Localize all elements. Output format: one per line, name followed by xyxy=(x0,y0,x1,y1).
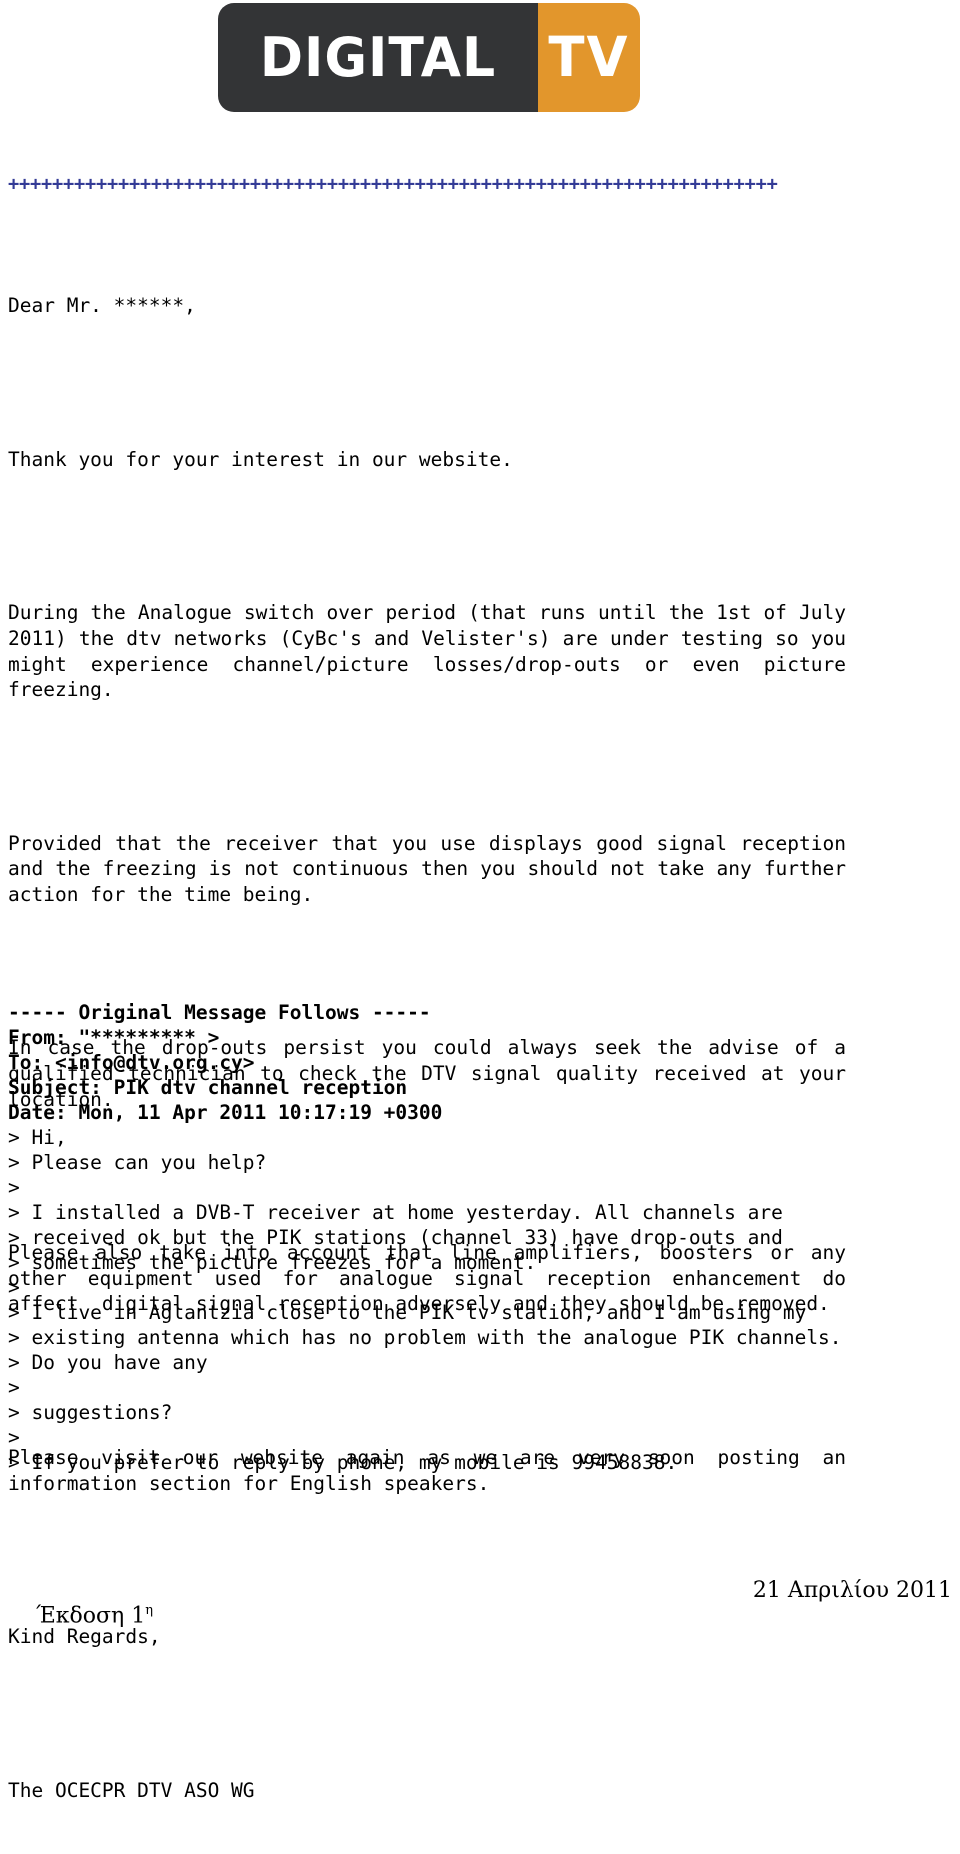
salutation: Dear Mr. ******, xyxy=(8,293,846,319)
thanks-line: Thank you for your interest in our websi… xyxy=(8,447,846,473)
paragraph-reception: Provided that the receiver that you use … xyxy=(8,831,846,908)
footer-edition-superscript: η xyxy=(145,1603,153,1618)
quoted-line: > xyxy=(8,1175,908,1200)
quoted-line: > sometimes the picture freezes for a mo… xyxy=(8,1250,908,1275)
footer-date: 21 Απριλίου 2011 xyxy=(753,1578,952,1603)
original-message-date: Date: Mon, 11 Apr 2011 10:17:19 +0300 xyxy=(8,1100,908,1125)
logo-secondary-text: TV xyxy=(548,30,629,86)
original-message-quoted-lines: > Hi,> Please can you help?>> I installe… xyxy=(8,1125,908,1475)
logo-dark-panel: DIGITAL xyxy=(218,3,538,112)
page-footer: Έκδοση 1η 21 Απριλίου 2011 xyxy=(8,1578,952,1653)
quoted-line: > received ok but the PIK stations (chan… xyxy=(8,1225,908,1250)
plus-separator-rule: ++++++++++++++++++++++++++++++++++++++++… xyxy=(8,176,952,195)
logo-primary-text: DIGITAL xyxy=(260,30,496,85)
original-message-from: From: "********* > xyxy=(8,1025,908,1050)
original-message-divider: ----- Original Message Follows ----- xyxy=(8,1000,908,1025)
quoted-line: > xyxy=(8,1375,908,1400)
quoted-line: > suggestions? xyxy=(8,1400,908,1425)
logo-accent-panel: TV xyxy=(538,3,640,112)
quoted-line: > Please can you help? xyxy=(8,1150,908,1175)
original-message-to: To: <info@dtv.org.cy> xyxy=(8,1050,908,1075)
footer-edition: Έκδοση 1η xyxy=(8,1578,153,1653)
original-message-subject: Subject: PIK dtv channel reception xyxy=(8,1075,908,1100)
quoted-line: > I installed a DVB-T receiver at home y… xyxy=(8,1200,908,1225)
signature-line: The OCECPR DTV ASO WG xyxy=(8,1778,846,1804)
paragraph-switchover: During the Analogue switch over period (… xyxy=(8,600,846,702)
quoted-line: > I live in Aglantzia close to the PIK t… xyxy=(8,1300,908,1325)
original-message-block: ----- Original Message Follows ----- Fro… xyxy=(8,1000,908,1475)
quoted-line: > xyxy=(8,1275,908,1300)
quoted-line: > Do you have any xyxy=(8,1350,908,1375)
quoted-line: > If you prefer to reply by phone, my mo… xyxy=(8,1450,908,1475)
quoted-line: > xyxy=(8,1425,908,1450)
footer-edition-label: Έκδοση 1 xyxy=(36,1603,145,1628)
quoted-line: > Hi, xyxy=(8,1125,908,1150)
quoted-line: > existing antenna which has no problem … xyxy=(8,1325,908,1350)
digital-tv-logo: DIGITAL TV xyxy=(218,3,640,112)
